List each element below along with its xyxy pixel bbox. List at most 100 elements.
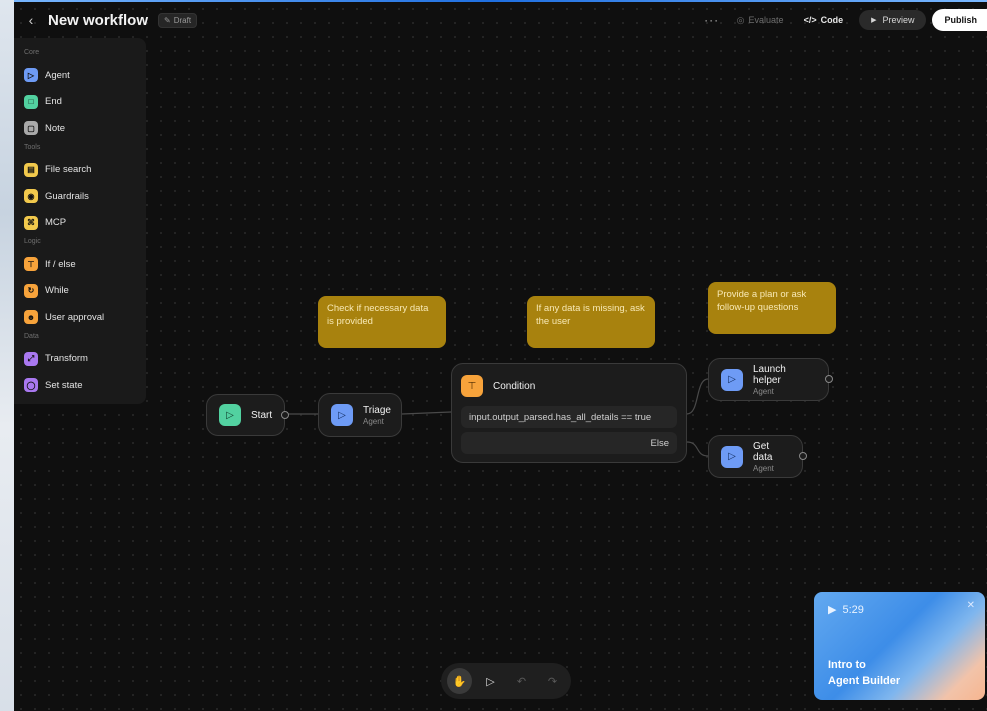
sidebar-item-label: Set state [45,379,83,391]
sidebar-item-mcp[interactable]: ⌘ MCP [24,210,136,237]
sidebar-item-file-search[interactable]: ▤ File search [24,157,136,184]
edit-icon: ✎ [164,15,171,25]
sidebar-item-label: End [45,96,62,108]
edge-triage-condition [401,411,452,415]
redo-icon[interactable]: ↷ [540,668,565,694]
if-else-icon: ⊤ [24,257,38,272]
output-port[interactable] [799,452,807,460]
note-icon: ▢ [24,121,38,136]
edge-condition-get-data [686,441,709,457]
intro-video-card[interactable]: ▶ 5:29 ✕ Intro to Agent Builder [814,592,985,700]
transform-icon: ⤢ [24,351,38,366]
publish-button[interactable]: Publish [932,9,987,31]
guardrails-icon: ◉ [24,189,38,204]
header-left: ‹ New workflow ✎ Draft [24,10,198,30]
condition-else[interactable]: Else [461,432,677,454]
sidebar-item-label: Agent [45,69,70,81]
set-state-icon: ◯ [24,378,38,393]
output-port[interactable] [825,375,833,383]
mcp-icon: ⌘ [24,215,38,230]
node-text: Triage Agent [363,405,391,426]
node-palette-sidebar: Core ▷ Agent □ End ▢ Note Tools ▤ File s… [14,38,146,404]
node-subtitle: Agent [753,386,774,396]
preview-label: Preview [882,15,915,25]
draft-badge: ✎ Draft [158,12,198,28]
close-icon[interactable]: ✕ [967,600,975,611]
sidebar-item-guardrails[interactable]: ◉ Guardrails [24,183,136,210]
section-label-logic: Logic [24,238,41,245]
condition-expression[interactable]: input.output_parsed.has_all_details == t… [461,406,677,428]
chevron-left-icon[interactable]: ‹ [24,12,38,28]
note-check-data[interactable]: Check if necessary data is provided [318,296,446,348]
sidebar-item-user-approval[interactable]: ☻ User approval [24,304,136,331]
section-label-data: Data [24,332,39,340]
node-get-data[interactable]: ▷ Get data Agent [708,435,807,478]
sidebar-item-end[interactable]: □ End [24,89,136,116]
start-icon: ▷ [219,404,241,426]
video-title-line2: Agent Builder [828,674,901,687]
node-subtitle: Agent [363,416,384,426]
node-title: Start [251,409,273,421]
video-duration: 5:29 [842,603,864,616]
sidebar-item-set-state[interactable]: ◯ Set state [24,372,136,399]
sidebar-item-label: Transform [45,353,88,365]
draft-label: Draft [173,15,192,25]
agent-icon: ▷ [331,404,353,426]
play-icon: ▶ [871,17,877,24]
hand-tool-icon[interactable]: ✋ [447,668,472,694]
more-options-button[interactable]: ··· [697,13,727,27]
node-title: Launch helper [753,363,786,386]
canvas-toolbar: ✋ ▷ ↶ ↷ [441,663,571,699]
sidebar-item-label: If / else [45,258,76,270]
sidebar-item-transform[interactable]: ⤢ Transform [24,346,136,373]
section-label-core: Core [24,49,40,56]
code-icon: </> [803,15,817,25]
pointer-tool-icon[interactable]: ▷ [478,668,503,694]
node-start[interactable]: ▷ Start [206,394,289,436]
agent-icon: ▷ [721,445,743,468]
workflow-title[interactable]: New workflow [48,12,148,29]
sidebar-item-label: MCP [45,217,67,229]
sidebar-item-label: While [45,285,69,297]
output-port[interactable] [281,411,289,419]
code-label: Code [820,15,844,25]
node-subtitle: Agent [753,463,774,473]
video-play[interactable]: ▶ 5:29 [828,603,864,617]
sidebar-item-if-else[interactable]: ⊤ If / else [24,251,136,278]
play-icon: ▶ [828,604,837,616]
node-text: Get data Agent [753,441,790,473]
sidebar-item-label: User approval [45,311,105,323]
sidebar-item-label: Note [45,122,66,134]
node-title: Get data [753,440,773,463]
file-search-icon: ▤ [24,162,38,177]
agent-icon: ▷ [24,68,38,83]
while-icon: ↻ [24,283,38,298]
user-approval-icon: ☻ [24,310,38,325]
note-plan[interactable]: Provide a plan or ask follow-up question… [708,282,836,334]
end-icon: □ [24,94,38,109]
sidebar-item-label: Guardrails [45,190,89,202]
agent-icon: ▷ [721,368,743,391]
node-title: Triage [363,404,391,416]
node-text: Launch helper Agent [753,364,816,396]
evaluate-label: Evaluate [748,15,784,25]
note-ask-user[interactable]: If any data is missing, ask the user [527,296,655,348]
video-title: Intro to Agent Builder [828,658,900,690]
sidebar-item-agent[interactable]: ▷ Agent [24,62,136,89]
video-title-line1: Intro to [828,659,866,671]
preview-button[interactable]: ▶ Preview [859,10,927,30]
node-launch-helper[interactable]: ▷ Launch helper Agent [708,358,833,401]
condition-header: ⊤ Condition [461,373,677,399]
evaluate-button[interactable]: ◎ Evaluate [727,15,794,26]
code-button[interactable]: </> Code [794,15,854,25]
node-triage[interactable]: ▷ Triage Agent [318,393,402,437]
edge-condition-launch-helper [686,378,709,415]
if-else-icon: ⊤ [461,375,483,397]
node-condition[interactable]: ⊤ Condition input.output_parsed.has_all_… [451,363,687,463]
sidebar-item-while[interactable]: ↻ While [24,278,136,305]
header-actions: ··· ◎ Evaluate </> Code ▶ Preview Publis… [697,9,987,31]
sidebar-item-note[interactable]: ▢ Note [24,115,136,142]
undo-icon[interactable]: ↶ [509,668,534,694]
sidebar-item-label: File search [45,164,92,176]
section-label-tools: Tools [24,143,41,151]
